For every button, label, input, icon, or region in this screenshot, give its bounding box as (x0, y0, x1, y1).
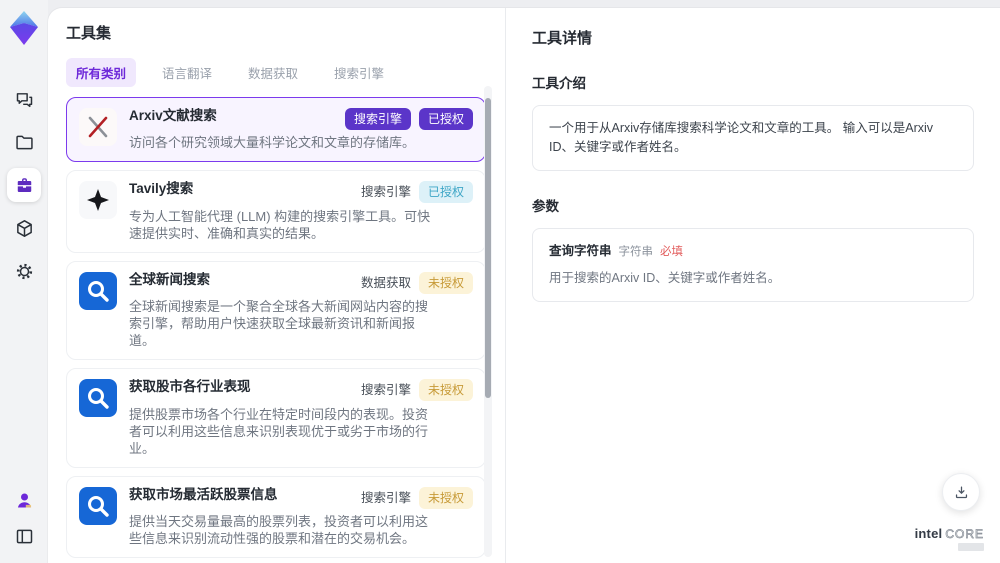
param-required-badge: 必填 (660, 245, 684, 258)
app-logo-icon[interactable] (9, 10, 39, 46)
category-badge: 搜索引擎 (360, 383, 411, 397)
tool-name: 获取股市各行业表现 (129, 379, 251, 394)
tab-3[interactable]: 搜索引擎 (324, 58, 394, 87)
tool-list-item[interactable]: Arxiv文献搜索 搜索引擎 已授权 访问各个研究领域大量科学论文和文章的存储库。 (66, 97, 486, 162)
panel-toggle-icon[interactable] (9, 521, 39, 551)
tool-badges: 数据获取 未授权 (360, 271, 473, 295)
package-icon[interactable] (7, 211, 41, 245)
chat-icon[interactable] (7, 82, 41, 116)
param-name: 查询字符串 (549, 243, 612, 258)
user-avatar-icon[interactable] (9, 485, 39, 515)
category-tabs: 所有类别 语言翻译 数据获取 搜索引擎 (66, 58, 505, 87)
intel-wordmark: intel (914, 526, 943, 541)
tool-name: 获取市场最活跃股票信息 (129, 486, 278, 502)
tab-1[interactable]: 语言翻译 (152, 58, 222, 87)
sidebar-nav (7, 82, 41, 288)
intel-core-logo: intel CORE (915, 526, 984, 551)
tool-badges: 搜索引擎 未授权 (360, 486, 473, 510)
tool-description: 提供当天交易量最高的股票列表，投资者可以利用这些信息来识别流动性强的股票和潜在的… (129, 514, 429, 546)
tool-list: Arxiv文献搜索 搜索引擎 已授权 访问各个研究领域大量科学论文和文章的存储库。 Ta… (66, 97, 486, 563)
tool-description: 提供股票市场各个行业在特定时间段内的表现。投资者可以利用这些信息来识别表现优于或… (129, 406, 429, 456)
param-description: 用于搜索的Arxiv ID、关键字或作者姓名。 (549, 270, 781, 285)
tool-name: Arxiv文献搜索 (129, 108, 217, 123)
category-badge: 搜索引擎 (360, 185, 411, 199)
toolbox-icon[interactable] (7, 168, 41, 202)
scrollbar-thumb[interactable] (485, 98, 491, 398)
news-search-icon (79, 271, 117, 310)
tool-list-panel: 工具集 所有类别 语言翻译 数据获取 搜索引擎 Arxiv文献搜索 搜索引擎 已授权 访问各… (48, 8, 505, 563)
tool-list-item[interactable]: 全球新闻搜索 数据获取 未授权全球新闻搜索是一个聚合全球各大新闻网站内容的搜索引擎，… (66, 260, 486, 360)
category-badge: 搜索引擎 (360, 490, 411, 505)
list-scrollbar[interactable] (484, 86, 492, 557)
page-title: 工具集 (66, 25, 112, 42)
tool-badges: 搜索引擎 未授权 (361, 379, 473, 402)
intro-box: 一个用于从Arxiv存储库搜索科学论文和文章的工具。 输入可以是Arxiv ID… (532, 105, 974, 171)
tool-badges: 搜索引擎 已授权 (344, 108, 473, 130)
param-type: 字符串 (618, 245, 654, 258)
param-header: 查询字符串 字符串 必填 (549, 242, 957, 261)
param-box: 查询字符串 字符串 必填 用于搜索的Arxiv ID、关键字或作者姓名。 (532, 227, 974, 302)
tool-list-item[interactable]: Tavily搜索 搜索引擎 已授权专为人工智能代理 (LLM) 构建的搜索引擎工具。… (66, 170, 486, 253)
tool-list-item[interactable]: 获取股市各行业表现 搜索引擎 未授权提供股票市场各个行业在特定时间段内的表现。投资者… (66, 368, 486, 468)
auth-status-badge: 已授权 (418, 108, 473, 130)
tool-name: 全球新闻搜索 (129, 271, 210, 287)
intro-heading: 工具介绍 (532, 76, 586, 91)
category-badge: 数据获取 (360, 275, 411, 290)
detail-title: 工具详情 (532, 30, 593, 47)
tab-2[interactable]: 数据获取 (238, 58, 308, 87)
tool-badges: 搜索引擎 已授权 (361, 181, 473, 204)
tool-name: Tavily搜索 (129, 181, 194, 196)
auth-status-badge: 未授权 (418, 379, 473, 402)
download-button[interactable] (942, 473, 980, 511)
news-search-icon (79, 379, 117, 417)
params-heading: 参数 (532, 198, 559, 214)
tool-detail-panel: 工具详情 工具介绍 一个用于从Arxiv存储库搜索科学论文和文章的工具。 输入可… (505, 8, 1000, 563)
tab-0[interactable]: 所有类别 (66, 58, 137, 87)
left-sidebar (0, 0, 48, 563)
auth-status-badge: 已授权 (418, 181, 473, 204)
tool-description: 全球新闻搜索是一个聚合全球各大新闻网站内容的搜索引擎，帮助用户快速获取全球最新资… (129, 299, 429, 348)
tool-description: 专为人工智能代理 (LLM) 构建的搜索引擎工具。可快速提供实时、准确和真实的结… (129, 208, 431, 241)
auth-status-badge: 未授权 (418, 486, 473, 509)
arxiv-logo-icon (79, 108, 117, 146)
auth-status-badge: 未授权 (418, 271, 473, 294)
folder-icon[interactable] (7, 125, 41, 159)
main-card: 工具集 所有类别 语言翻译 数据获取 搜索引擎 Arxiv文献搜索 搜索引擎 已授权 访问各… (48, 8, 1000, 563)
category-badge: 搜索引擎 (344, 108, 411, 130)
sidebar-bottom (9, 485, 39, 551)
news-search-icon (79, 486, 117, 525)
tool-list-item[interactable]: 获取市场最活跃股票信息 搜索引擎 未授权提供当天交易量最高的股票列表，投资者可以利用… (66, 475, 486, 558)
intro-text: 一个用于从Arxiv存储库搜索科学论文和文章的工具。 输入可以是Arxiv ID… (549, 121, 934, 154)
core-wordmark: CORE (945, 527, 984, 542)
tool-description: 访问各个研究领域大量科学论文和文章的存储库。 (129, 135, 416, 150)
tavily-star-icon (79, 181, 117, 219)
settings-icon[interactable] (7, 254, 41, 288)
intel-tier-mark (958, 543, 984, 551)
